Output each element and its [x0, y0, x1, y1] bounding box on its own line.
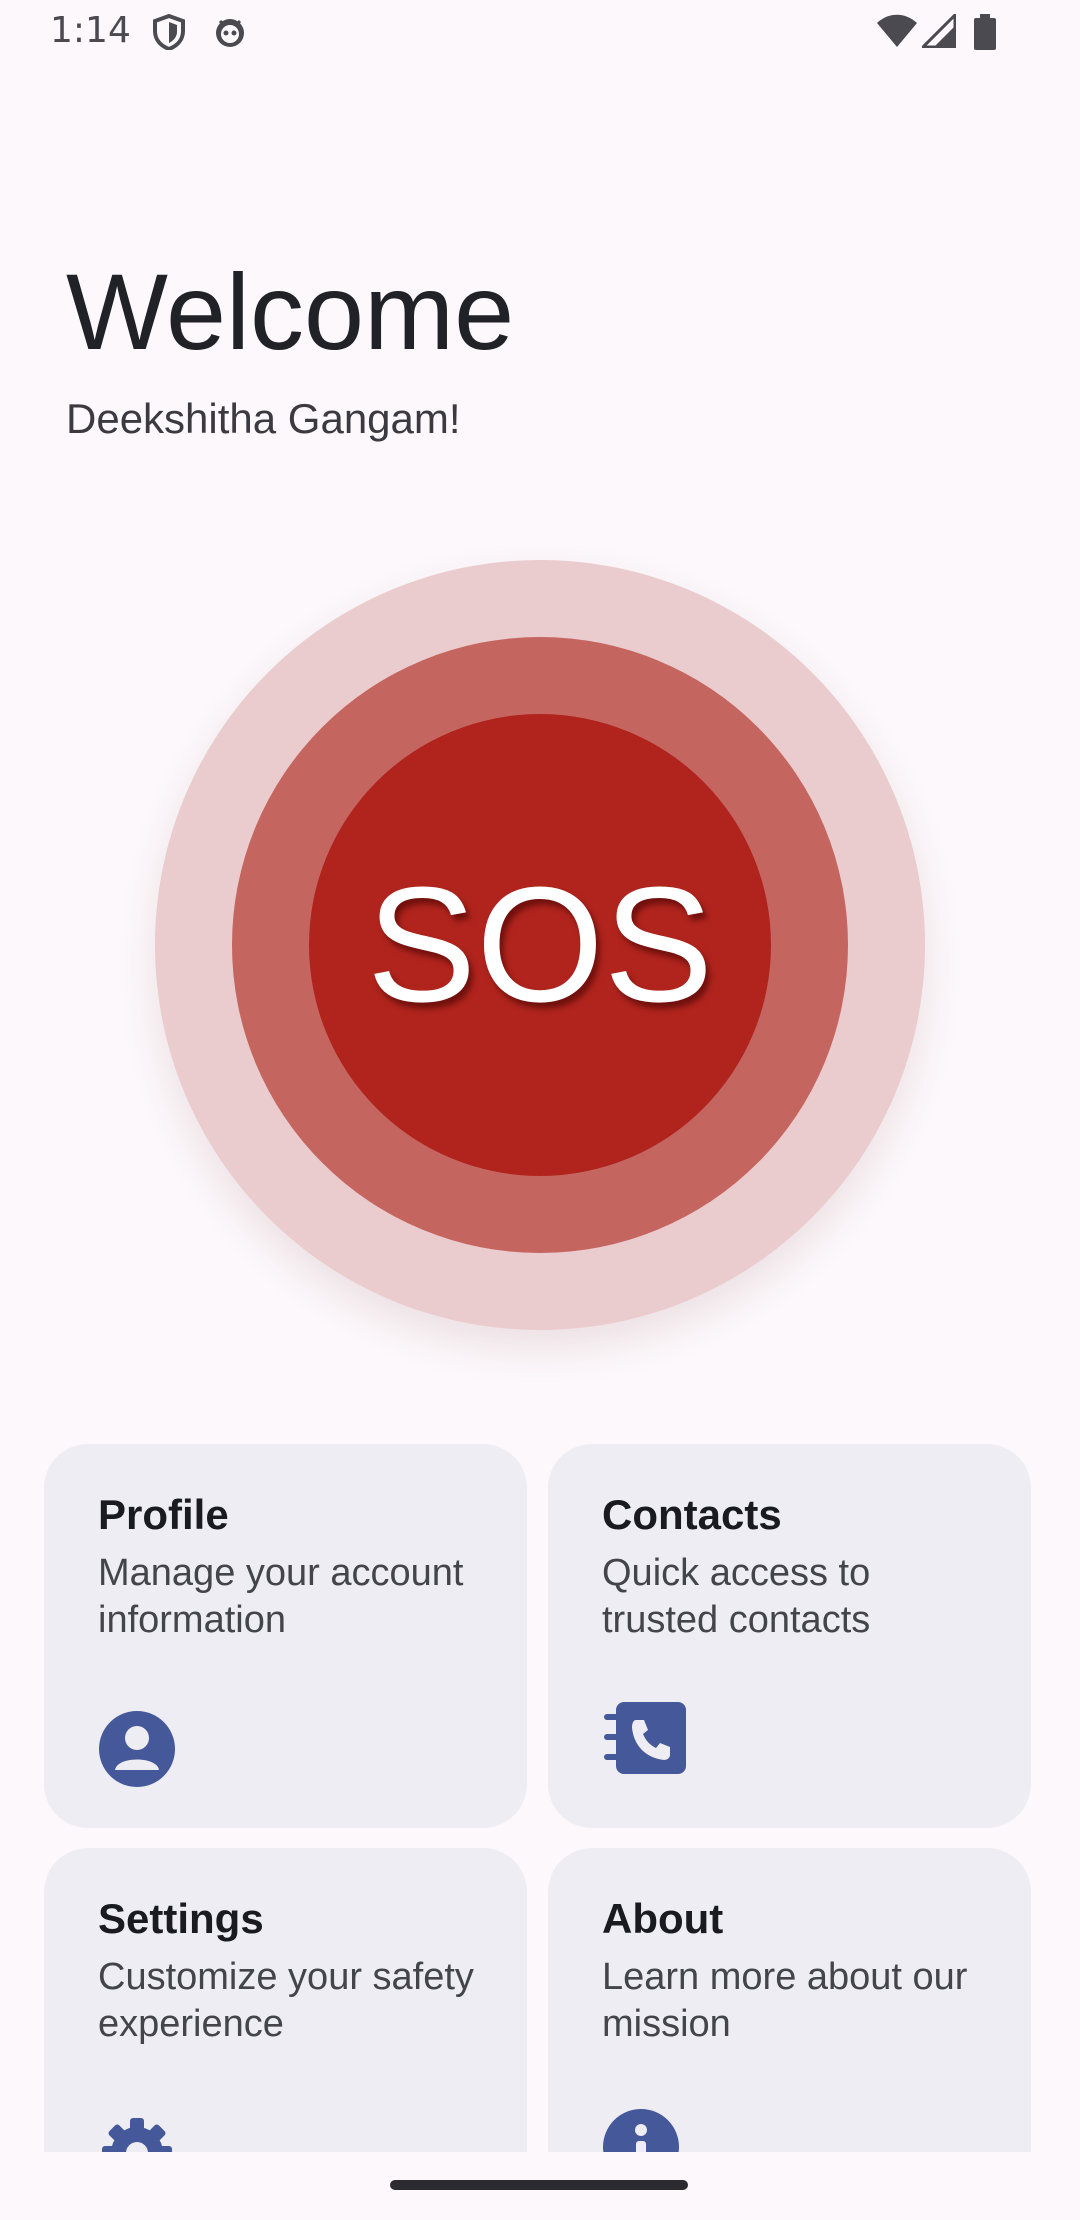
robot-face-icon — [212, 14, 248, 55]
gear-icon — [98, 2114, 176, 2152]
feature-grid: Profile Manage your account information … — [0, 1430, 1080, 2152]
sos-outer-ring: SOS — [155, 560, 925, 1330]
card-title: Profile — [98, 1491, 229, 1538]
user-name: Deekshitha Gangam! — [66, 395, 461, 442]
sos-middle-ring: SOS — [232, 637, 848, 1253]
sos-label: SOS — [366, 853, 714, 1036]
about-card[interactable]: About Learn more about our mission — [548, 1848, 1031, 2152]
contacts-card[interactable]: Contacts Quick access to trusted contact… — [548, 1444, 1031, 1828]
status-bar: 1:14 — [0, 0, 1080, 66]
settings-card[interactable]: Settings Customize your safety experienc… — [44, 1848, 527, 2152]
contacts-book-icon — [602, 1700, 686, 1781]
welcome-title: Welcome — [66, 251, 515, 372]
battery-icon — [974, 14, 996, 55]
card-title: About — [602, 1895, 724, 1942]
card-title: Settings — [98, 1895, 264, 1942]
shield-icon — [152, 13, 186, 55]
card-description: Quick access to trusted contacts — [602, 1552, 871, 1641]
account-circle-icon — [98, 1710, 176, 1793]
sos-button[interactable]: SOS — [309, 714, 771, 1176]
info-icon — [602, 2108, 680, 2152]
status-time: 1:14 — [50, 10, 131, 51]
navigation-handle[interactable] — [390, 2180, 688, 2190]
card-description: Manage your account information — [98, 1552, 464, 1641]
wifi-icon — [876, 14, 918, 53]
card-title: Contacts — [602, 1491, 782, 1538]
profile-card[interactable]: Profile Manage your account information — [44, 1444, 527, 1828]
card-description: Customize your safety experience — [98, 1956, 474, 2045]
cell-signal-icon — [919, 11, 957, 53]
card-description: Learn more about our mission — [602, 1956, 968, 2045]
